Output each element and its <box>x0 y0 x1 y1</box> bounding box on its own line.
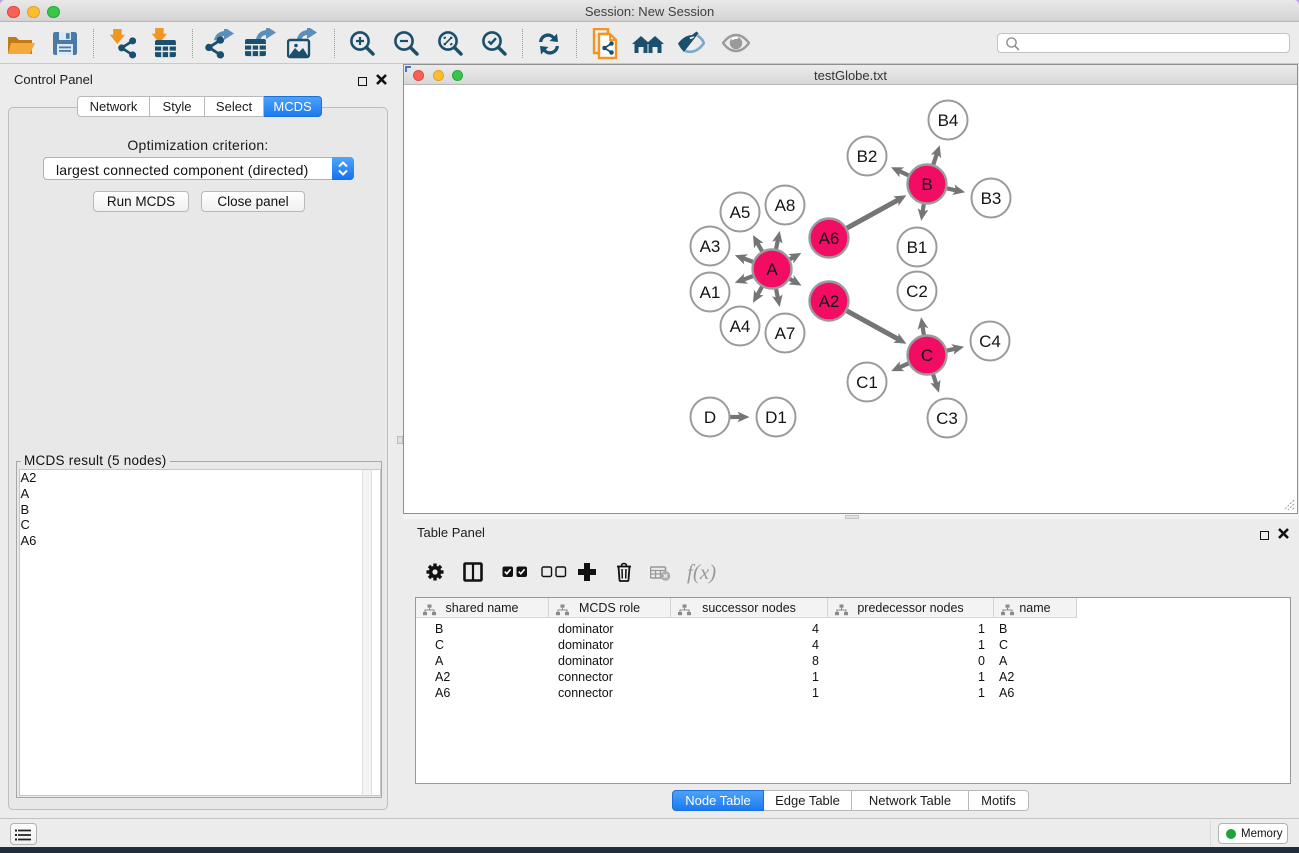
svg-text:A3: A3 <box>700 237 721 256</box>
svg-text:C: C <box>921 346 933 365</box>
svg-text:B1: B1 <box>907 238 928 257</box>
svg-text:A1: A1 <box>700 283 721 302</box>
svg-text:B2: B2 <box>857 147 878 166</box>
svg-text:A2: A2 <box>819 292 840 311</box>
svg-text:A6: A6 <box>819 229 840 248</box>
svg-text:C3: C3 <box>936 409 958 428</box>
svg-text:C4: C4 <box>979 332 1001 351</box>
svg-text:A: A <box>766 260 778 279</box>
svg-text:B3: B3 <box>981 189 1002 208</box>
svg-text:D: D <box>704 408 716 427</box>
svg-text:D1: D1 <box>765 408 787 427</box>
svg-text:A8: A8 <box>775 196 796 215</box>
svg-text:A4: A4 <box>730 317 751 336</box>
svg-text:A7: A7 <box>775 324 796 343</box>
svg-text:B: B <box>921 175 932 194</box>
svg-text:B4: B4 <box>938 111 959 130</box>
svg-text:C1: C1 <box>856 373 878 392</box>
svg-text:C2: C2 <box>906 282 928 301</box>
svg-text:A5: A5 <box>730 203 751 222</box>
